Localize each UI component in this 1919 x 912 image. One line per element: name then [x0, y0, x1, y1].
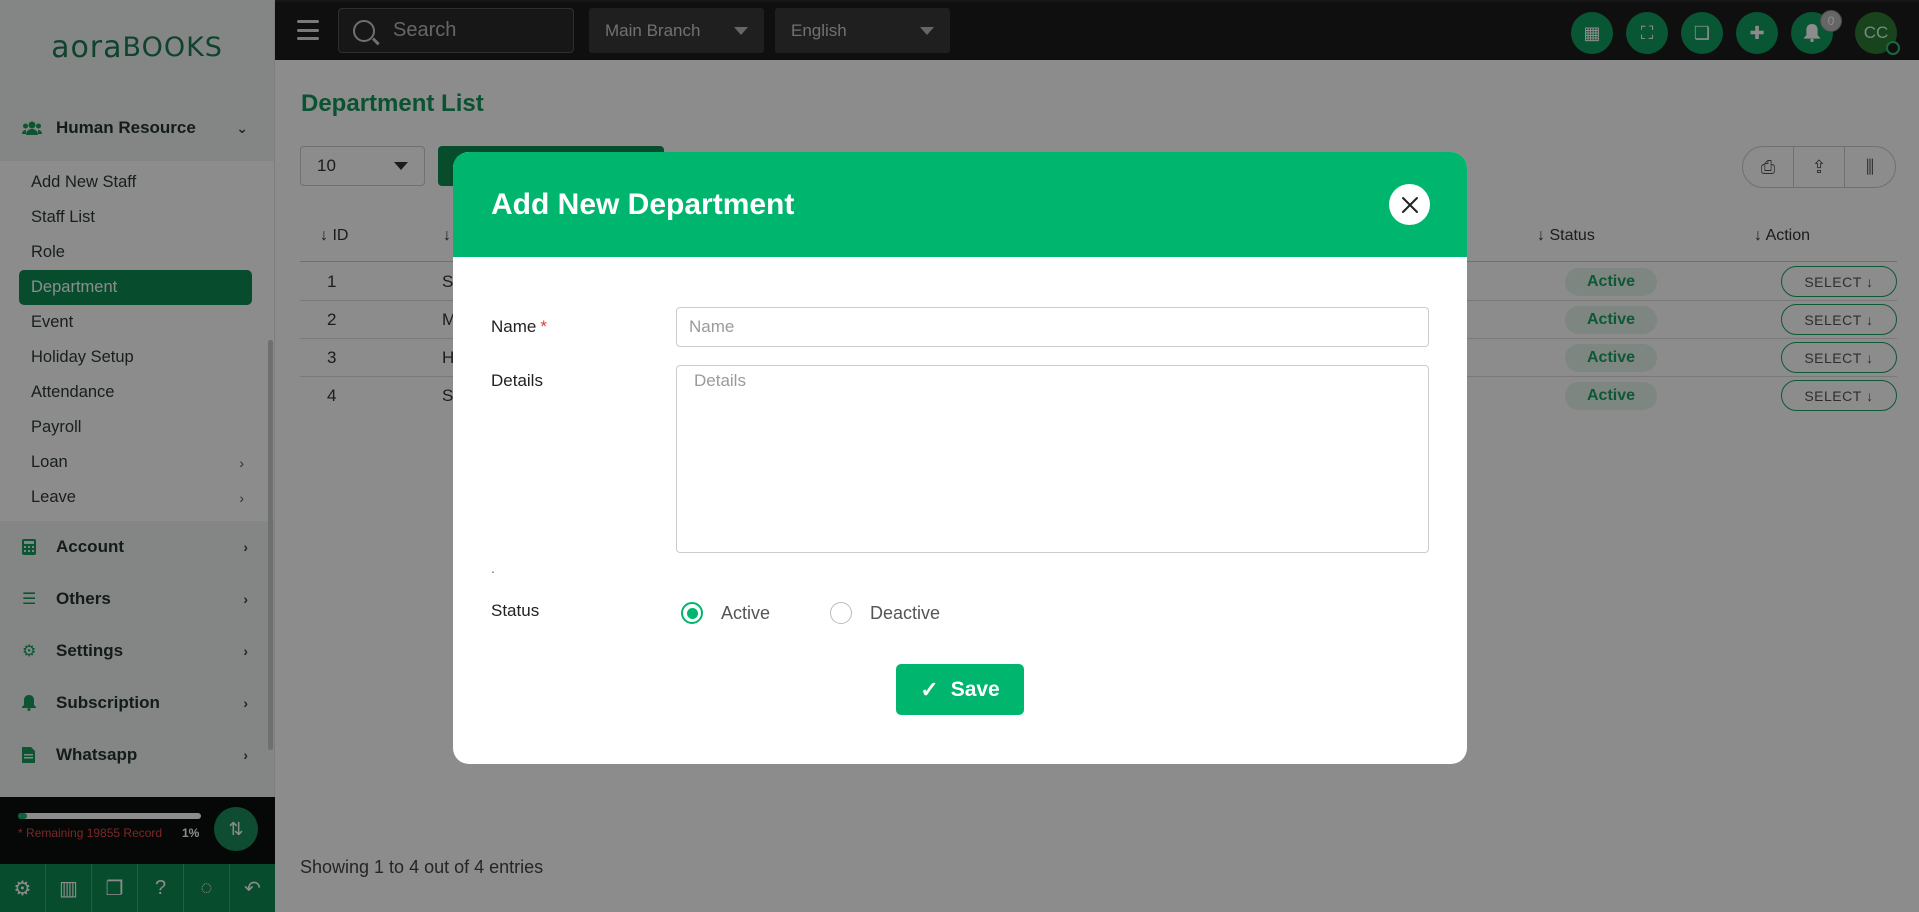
status-label: Status — [491, 601, 540, 620]
save-label: Save — [950, 677, 1000, 701]
required-asterisk: * — [540, 317, 547, 336]
radio-button-checked[interactable] — [681, 602, 703, 624]
status-radio-deactive[interactable]: Deactive — [830, 602, 940, 624]
stray-dot: . — [491, 560, 495, 576]
radio-label: Deactive — [870, 602, 941, 623]
close-icon — [1401, 196, 1418, 213]
check-icon: ✓ — [920, 676, 939, 702]
status-radio-active[interactable]: Active — [681, 602, 770, 624]
close-button[interactable] — [1389, 184, 1430, 225]
details-label: Details — [491, 371, 543, 390]
add-department-modal: Add New Department Name* Details . Statu… — [453, 152, 1467, 764]
radio-label: Active — [721, 602, 771, 623]
details-textarea[interactable] — [676, 365, 1429, 553]
save-button[interactable]: ✓ Save — [896, 664, 1024, 715]
name-label-text: Name — [491, 317, 537, 336]
radio-button-unchecked[interactable] — [830, 602, 852, 624]
modal-header: Add New Department — [453, 152, 1467, 257]
name-label: Name * — [491, 317, 547, 337]
name-input[interactable] — [676, 307, 1429, 347]
modal-title: Add New Department — [491, 187, 795, 221]
